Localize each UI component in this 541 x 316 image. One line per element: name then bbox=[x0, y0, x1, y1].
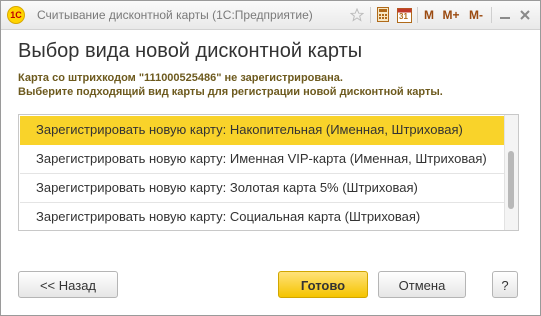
close-icon[interactable] bbox=[518, 6, 532, 24]
dialog-heading: Выбор вида новой дисконтной карты bbox=[18, 40, 363, 62]
message-line-1: Карта со штрихкодом "111000525486" не за… bbox=[18, 72, 343, 84]
app-logo-icon[interactable]: 1С bbox=[7, 6, 25, 24]
message-line-2: Выберите подходящий вид карты для регист… bbox=[18, 86, 443, 98]
minimize-icon[interactable] bbox=[498, 6, 512, 24]
toolbar-separator bbox=[370, 7, 371, 23]
list-item[interactable]: Зарегистрировать новую карту: Именная VI… bbox=[20, 145, 504, 174]
window-title: Считывание дисконтной карты (1С:Предприя… bbox=[37, 8, 313, 22]
done-button[interactable]: Готово bbox=[278, 271, 368, 298]
scrollbar-thumb[interactable] bbox=[508, 151, 514, 209]
cancel-button[interactable]: Отмена bbox=[378, 271, 466, 298]
title-bar: 1С Считывание дисконтной карты (1С:Предп… bbox=[1, 1, 540, 30]
star-icon[interactable] bbox=[348, 6, 366, 24]
calculator-icon[interactable] bbox=[374, 6, 392, 24]
calendar-day: 31 bbox=[399, 12, 408, 21]
help-button[interactable]: ? bbox=[492, 271, 518, 298]
memory-button[interactable]: M bbox=[422, 6, 436, 24]
toolbar-separator bbox=[491, 7, 492, 23]
back-button[interactable]: << Назад bbox=[18, 271, 118, 298]
memory-plus-button[interactable]: M+ bbox=[440, 6, 462, 24]
list-item[interactable]: Зарегистрировать новую карту: Социальная… bbox=[20, 203, 504, 230]
card-type-list[interactable]: Зарегистрировать новую карту: Накопитель… bbox=[18, 114, 519, 231]
toolbar-separator bbox=[417, 7, 418, 23]
list-item[interactable]: Зарегистрировать новую карту: Золотая ка… bbox=[20, 174, 504, 203]
memory-minus-button[interactable]: M- bbox=[465, 6, 487, 24]
dialog-window: 1С Считывание дисконтной карты (1С:Предп… bbox=[0, 0, 541, 316]
list-item[interactable]: Зарегистрировать новую карту: Накопитель… bbox=[20, 116, 504, 145]
list-scrollbar[interactable] bbox=[504, 115, 518, 230]
